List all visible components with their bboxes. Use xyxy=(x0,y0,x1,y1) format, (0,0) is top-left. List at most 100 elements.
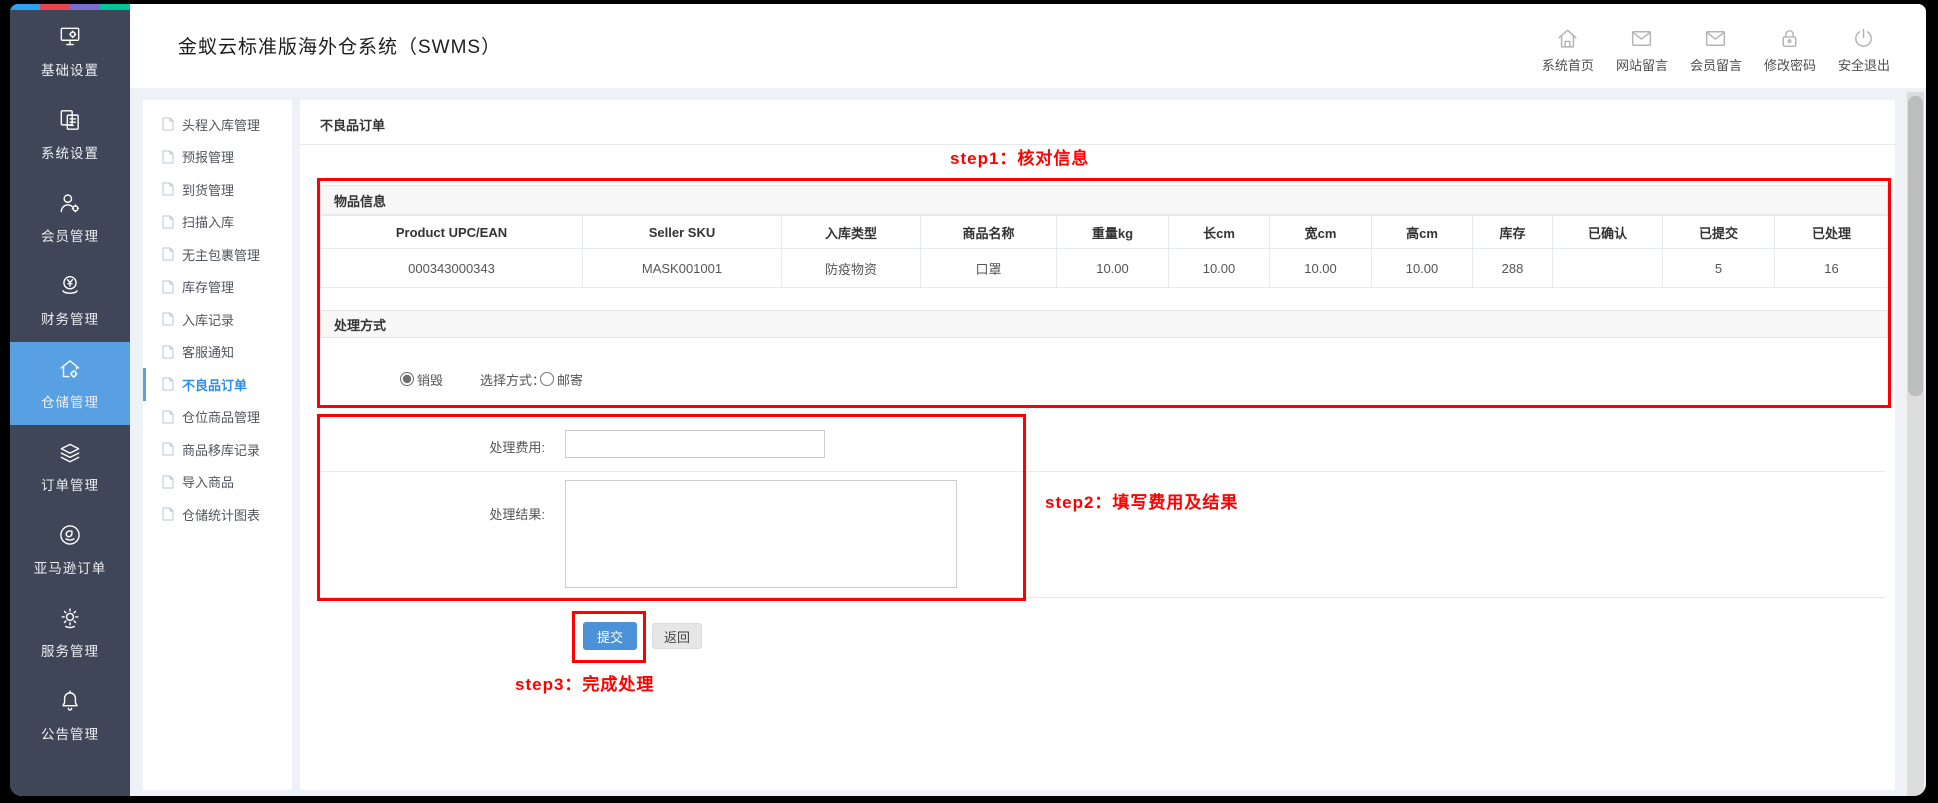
col-stock: 库存 xyxy=(1473,216,1553,249)
document-icon xyxy=(162,247,174,261)
topbar-link-label: 修改密码 xyxy=(1764,55,1816,74)
strip-blue xyxy=(10,4,40,10)
menu-item-unclaimed-packages[interactable]: 无主包裹管理 xyxy=(143,238,292,271)
item-info-table: Product UPC/EAN Seller SKU 入库类型 商品名称 重量k… xyxy=(320,215,1889,288)
radio-option-mail[interactable]: 邮寄 xyxy=(540,370,583,389)
sidebar-item-service-management[interactable]: 服务管理 xyxy=(10,591,130,674)
sidebar-item-label: 服务管理 xyxy=(41,640,99,660)
power-icon xyxy=(1851,26,1876,51)
topbar-link-label: 会员留言 xyxy=(1690,55,1742,74)
sidebar-item-label: 亚马逊订单 xyxy=(34,557,107,577)
sidebar-item-label: 仓储管理 xyxy=(41,391,99,411)
table-row: 000343000343 MASK001001 防疫物资 口罩 10.00 10… xyxy=(321,249,1889,288)
menu-item-label: 预报管理 xyxy=(182,147,234,166)
sidebar-item-warehouse-management[interactable]: 仓储管理 xyxy=(10,342,130,425)
menu-item-inventory[interactable]: 库存管理 xyxy=(143,271,292,304)
menu-item-product-transfer-records[interactable]: 商品移库记录 xyxy=(143,433,292,466)
cell-inbound-type: 防疫物资 xyxy=(782,249,921,288)
sidebar-item-member-management[interactable]: 会员管理 xyxy=(10,176,130,259)
menu-item-inbound-records[interactable]: 入库记录 xyxy=(143,303,292,336)
result-textarea[interactable] xyxy=(565,480,957,588)
cell-height: 10.00 xyxy=(1372,249,1473,288)
topbar-link-label: 网站留言 xyxy=(1616,55,1668,74)
lock-icon xyxy=(1777,26,1802,51)
fee-label: 处理费用: xyxy=(320,437,545,456)
sidebar-item-basic-settings[interactable]: 基础设置 xyxy=(10,10,130,93)
panel-title: 不良品订单 xyxy=(320,115,385,134)
cell-submitted: 5 xyxy=(1663,249,1775,288)
menu-item-label: 仓位商品管理 xyxy=(182,407,260,426)
document-icon xyxy=(162,150,174,164)
sidebar-item-label: 公告管理 xyxy=(41,723,99,743)
topbar-link-change-password[interactable]: 修改密码 xyxy=(1764,26,1816,74)
menu-item-scan-inbound[interactable]: 扫描入库 xyxy=(143,206,292,239)
sidebar-item-announcement-management[interactable]: 公告管理 xyxy=(10,674,130,757)
menu-item-first-leg-inbound[interactable]: 头程入库管理 xyxy=(143,108,292,141)
menu-item-forecast[interactable]: 预报管理 xyxy=(143,141,292,174)
fee-input[interactable] xyxy=(565,430,825,458)
menu-item-bin-products[interactable]: 仓位商品管理 xyxy=(143,401,292,434)
submit-button[interactable]: 提交 xyxy=(583,622,637,650)
sidebar-item-label: 订单管理 xyxy=(41,474,99,494)
document-icon xyxy=(162,507,174,521)
menu-item-service-notice[interactable]: 客服通知 xyxy=(143,336,292,369)
col-inbound-type: 入库类型 xyxy=(782,216,921,249)
document-icon xyxy=(162,442,174,456)
topbar-link-logout[interactable]: 安全退出 xyxy=(1838,26,1890,74)
document-icon xyxy=(162,312,174,326)
scrollbar-thumb[interactable] xyxy=(1908,96,1923,396)
topbar-link-member-messages[interactable]: 会员留言 xyxy=(1690,26,1742,74)
document-icon xyxy=(162,475,174,489)
menu-item-label: 头程入库管理 xyxy=(182,115,260,134)
menu-item-label: 到货管理 xyxy=(182,180,234,199)
sidebar-item-label: 财务管理 xyxy=(41,308,99,328)
menu-item-label: 商品移库记录 xyxy=(182,440,260,459)
topbar-link-label: 系统首页 xyxy=(1542,55,1594,74)
cell-seller-sku: MASK001001 xyxy=(583,249,782,288)
document-icon xyxy=(162,345,174,359)
clipboard-icon xyxy=(57,107,83,133)
result-label: 处理结果: xyxy=(320,504,545,523)
menu-item-warehouse-statistics[interactable]: 仓储统计图表 xyxy=(143,498,292,531)
bell-icon xyxy=(57,688,83,714)
sidebar-item-system-settings[interactable]: 系统设置 xyxy=(10,93,130,176)
layers-icon xyxy=(57,439,83,465)
menu-item-arrival[interactable]: 到货管理 xyxy=(143,173,292,206)
document-icon xyxy=(162,215,174,229)
document-icon xyxy=(162,410,174,424)
back-button[interactable]: 返回 xyxy=(652,623,702,649)
home-icon xyxy=(1555,26,1580,51)
menu-item-label: 无主包裹管理 xyxy=(182,245,260,264)
menu-item-label: 库存管理 xyxy=(182,277,234,296)
sidebar-item-amazon-orders[interactable]: 亚马逊订单 xyxy=(10,508,130,591)
sidebar-item-label: 会员管理 xyxy=(41,225,99,245)
main-panel: 不良品订单 step1：核对信息 物品信息 Product UPC/EAN Se… xyxy=(300,100,1895,790)
menu-item-label: 扫描入库 xyxy=(182,212,234,231)
section-item-info: 物品信息 xyxy=(320,185,1888,215)
document-icon xyxy=(162,280,174,294)
topbar-link-site-messages[interactable]: 网站留言 xyxy=(1616,26,1668,74)
topbar-link-home[interactable]: 系统首页 xyxy=(1542,26,1594,74)
app-title: 金蚁云标准版海外仓系统（SWMS） xyxy=(178,32,501,59)
sidebar-item-finance-management[interactable]: 财务管理 xyxy=(10,259,130,342)
cell-stock: 288 xyxy=(1473,249,1553,288)
mail-icon xyxy=(1703,26,1728,51)
annotation-step2: step2：填写费用及结果 xyxy=(1045,488,1238,513)
document-icon xyxy=(162,377,174,391)
topbar-link-label: 安全退出 xyxy=(1838,55,1890,74)
menu-item-import-products[interactable]: 导入商品 xyxy=(143,466,292,499)
sidebar-item-order-management[interactable]: 订单管理 xyxy=(10,425,130,508)
sidebar: 基础设置 系统设置 会员管理 财务管理 仓储管理 订单管理 亚马逊订单 服务管 xyxy=(10,4,130,796)
topbar-links: 系统首页 网站留言 会员留言 修改密码 安全退出 xyxy=(1542,26,1890,74)
app-window: 基础设置 系统设置 会员管理 财务管理 仓储管理 订单管理 亚马逊订单 服务管 xyxy=(10,4,1926,796)
cell-width: 10.00 xyxy=(1270,249,1372,288)
col-length: 长cm xyxy=(1169,216,1270,249)
monitor-gear-icon xyxy=(57,24,83,50)
menu-item-defective-orders[interactable]: 不良品订单 xyxy=(143,368,292,401)
section-handling-method: 处理方式 xyxy=(320,310,1888,338)
amazon-icon xyxy=(57,522,83,548)
cell-upc: 000343000343 xyxy=(321,249,583,288)
col-confirmed: 已确认 xyxy=(1553,216,1663,249)
sidebar-item-label: 系统设置 xyxy=(41,142,99,162)
menu-item-label: 仓储统计图表 xyxy=(182,505,260,524)
